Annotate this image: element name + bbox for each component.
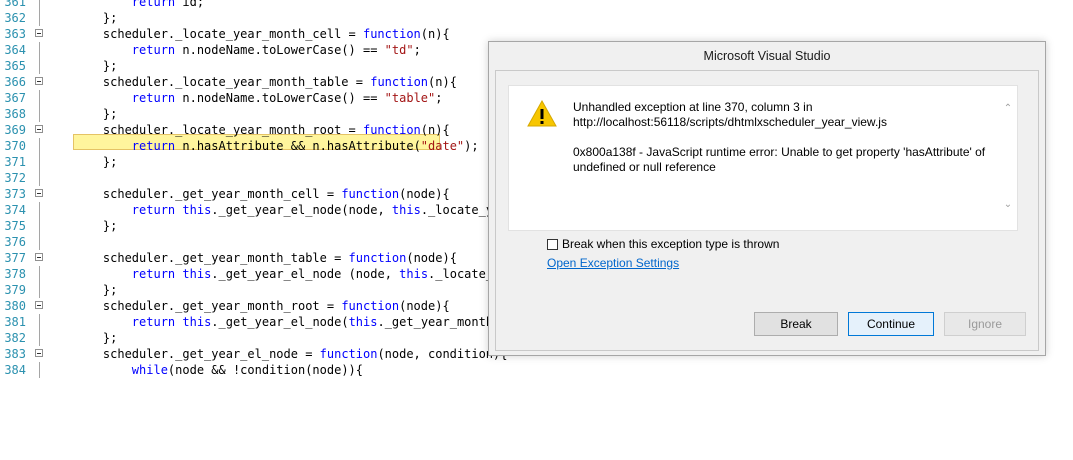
exception-message-box: Unhandled exception at line 370, column … [508, 85, 1018, 231]
outline-guide [39, 330, 40, 346]
collapse-icon[interactable] [35, 253, 43, 261]
collapse-icon[interactable] [35, 189, 43, 197]
collapse-icon[interactable] [35, 301, 43, 309]
outline-guide [39, 282, 40, 298]
line-number: 370 [4, 139, 26, 153]
line-number: 372 [4, 171, 26, 185]
exception-message: Unhandled exception at line 370, column … [573, 100, 993, 175]
line-number: 361 [4, 0, 26, 9]
code-text: scheduler._locate_year_month_root = func… [74, 123, 450, 137]
outline-guide [39, 90, 40, 106]
code-line: 363 scheduler._locate_year_month_cell = … [0, 26, 1073, 42]
code-text: return n.hasAttribute && n.hasAttribute(… [131, 139, 479, 153]
scroll-up-icon[interactable]: ⌃ [1003, 104, 1013, 114]
error-line-cont: undefined or null reference [573, 160, 716, 174]
outline-guide [39, 42, 40, 58]
outline-guide [39, 154, 40, 170]
message-url: http://localhost:56118/scripts/dhtmlxsch… [573, 115, 887, 129]
code-text: return n.nodeName.toLowerCase() == "td"; [131, 43, 421, 57]
dialog-body: Unhandled exception at line 370, column … [495, 70, 1039, 351]
break-button[interactable]: Break [754, 312, 838, 336]
code-line: 361 return id; [0, 0, 1073, 10]
code-text: return this._get_year_el_node (node, thi… [131, 267, 530, 281]
code-text: }; [74, 107, 118, 121]
code-text: return this._get_year_el_node(node, this… [131, 203, 530, 217]
line-number: 376 [4, 235, 26, 249]
code-text: }; [74, 59, 118, 73]
code-text: return n.nodeName.toLowerCase() == "tabl… [131, 91, 443, 105]
break-when-thrown-option[interactable]: Break when this exception type is thrown [547, 236, 779, 252]
dialog-title: Microsoft Visual Studio [703, 49, 831, 63]
code-line: 362 }; [0, 10, 1073, 26]
collapse-icon[interactable] [35, 125, 43, 133]
outline-guide [39, 266, 40, 282]
line-number: 375 [4, 219, 26, 233]
line-number: 363 [4, 27, 26, 41]
line-number: 381 [4, 315, 26, 329]
collapse-icon[interactable] [35, 349, 43, 357]
line-number: 368 [4, 107, 26, 121]
outline-guide [39, 138, 40, 154]
line-number: 378 [4, 267, 26, 281]
code-text: scheduler._locate_year_month_table = fun… [74, 75, 457, 89]
code-text: scheduler._get_year_el_node = function(n… [74, 347, 508, 361]
error-line: 0x800a138f - JavaScript runtime error: U… [573, 145, 986, 159]
checkbox-label: Break when this exception type is thrown [562, 237, 780, 251]
line-number: 377 [4, 251, 26, 265]
code-text: scheduler._get_year_month_root = functio… [74, 299, 450, 313]
code-text: }; [74, 331, 118, 345]
line-number: 380 [4, 299, 26, 313]
outline-guide [39, 218, 40, 234]
code-text: scheduler._locate_year_month_cell = func… [74, 27, 450, 41]
line-number: 373 [4, 187, 26, 201]
line-number: 383 [4, 347, 26, 361]
code-text: }; [74, 155, 118, 169]
code-text: return id; [131, 0, 205, 9]
line-number: 367 [4, 91, 26, 105]
line-number: 366 [4, 75, 26, 89]
outline-guide [39, 0, 40, 10]
code-text: scheduler._get_year_month_table = functi… [74, 251, 457, 265]
line-number: 365 [4, 59, 26, 73]
outline-guide [39, 314, 40, 330]
outline-guide [39, 234, 40, 250]
line-number: 374 [4, 203, 26, 217]
outline-guide [39, 170, 40, 186]
code-text: return this._get_year_el_node(this._get_… [131, 315, 530, 329]
continue-button[interactable]: Continue [848, 312, 934, 336]
message-scrollbar[interactable]: ⌃ ⌄ [1001, 88, 1015, 228]
line-number: 362 [4, 11, 26, 25]
line-number: 369 [4, 123, 26, 137]
code-text: scheduler._get_year_month_cell = functio… [74, 187, 450, 201]
outline-guide [39, 202, 40, 218]
outline-guide [39, 10, 40, 26]
outline-guide [39, 106, 40, 122]
message-line: Unhandled exception at line 370, column … [573, 100, 813, 114]
line-number: 382 [4, 331, 26, 345]
collapse-icon[interactable] [35, 77, 43, 85]
code-text: }; [74, 283, 118, 297]
line-number: 364 [4, 43, 26, 57]
outline-guide [39, 362, 40, 378]
outline-guide [39, 58, 40, 74]
open-exception-settings-link[interactable]: Open Exception Settings [547, 256, 679, 270]
code-text: }; [74, 11, 118, 25]
ignore-button: Ignore [944, 312, 1026, 336]
line-number: 371 [4, 155, 26, 169]
warning-icon [527, 100, 557, 127]
scroll-down-icon[interactable]: ⌄ [1003, 200, 1013, 210]
line-number: 379 [4, 283, 26, 297]
exception-dialog: Microsoft Visual Studio Unhandled except… [488, 41, 1046, 356]
code-line: 384 while(node && !condition(node)){ [0, 362, 1073, 378]
break-when-thrown-checkbox[interactable] [547, 239, 558, 250]
collapse-icon[interactable] [35, 29, 43, 37]
line-number: 384 [4, 363, 26, 377]
code-text: }; [74, 219, 118, 233]
code-text: while(node && !condition(node)){ [131, 363, 363, 377]
